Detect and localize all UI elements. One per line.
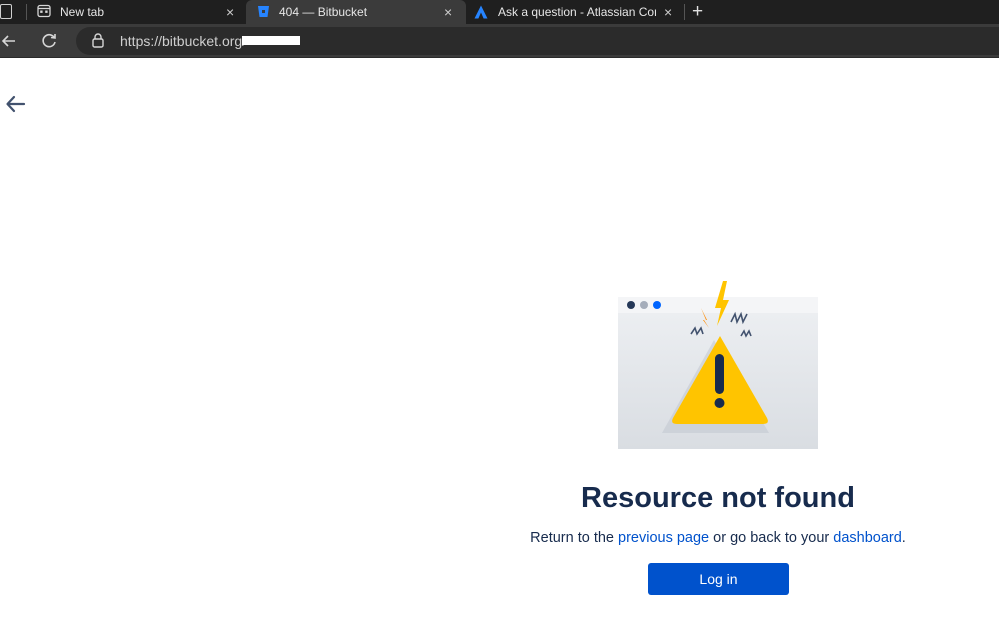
new-tab-icon [37, 4, 51, 18]
error-message: Return to the previous page or go back t… [500, 530, 936, 546]
close-icon[interactable]: × [664, 5, 672, 19]
message-text: or go back to your [709, 530, 834, 546]
new-tab-button[interactable]: + [692, 1, 703, 23]
lock-icon[interactable] [92, 33, 104, 48]
tab-label: Ask a question - Atlassian Comm [498, 5, 656, 19]
back-icon[interactable] [1, 33, 17, 49]
message-text: . [901, 530, 906, 546]
tab-label: 404 — Bitbucket [279, 5, 368, 19]
log-in-button[interactable]: Log in [648, 563, 789, 595]
page-content: Resource not found Return to the previou… [0, 58, 999, 634]
atlassian-icon [474, 5, 488, 19]
warning-illustration [618, 281, 818, 449]
previous-page-link[interactable]: previous page [618, 530, 709, 546]
tab-bitbucket[interactable]: 404 — Bitbucket × [246, 0, 466, 24]
bitbucket-icon [258, 6, 269, 17]
close-icon[interactable]: × [444, 5, 452, 19]
url-text: https://bitbucket.org/ [120, 33, 247, 49]
message-text: Return to the [530, 530, 619, 546]
tab-new-tab[interactable]: New tab × [28, 0, 244, 24]
page-title: Resource not found [581, 482, 855, 514]
close-icon[interactable]: × [226, 5, 234, 19]
tab-actions-icon[interactable] [0, 4, 12, 19]
redacted-url-segment [242, 36, 300, 45]
tab-strip: New tab × 404 — Bitbucket × Ask a questi… [0, 0, 999, 24]
tab-divider [26, 4, 27, 20]
browser-toolbar: https://bitbucket.org/ [0, 24, 999, 58]
refresh-icon[interactable] [40, 32, 58, 50]
back-arrow-icon[interactable] [4, 92, 28, 116]
address-bar[interactable]: https://bitbucket.org/ [76, 27, 999, 55]
dashboard-link[interactable]: dashboard [833, 530, 902, 546]
tab-label: New tab [60, 5, 105, 19]
tab-atlassian-community[interactable]: Ask a question - Atlassian Comm × [468, 0, 684, 24]
tab-divider [684, 4, 685, 20]
